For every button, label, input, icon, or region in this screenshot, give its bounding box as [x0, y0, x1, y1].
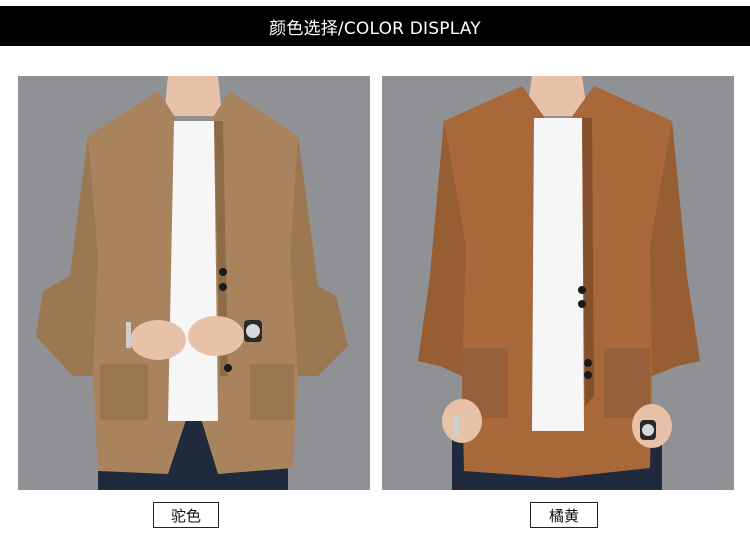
color-name: 橘黄 — [548, 506, 579, 525]
color-label-orange: 橘黄 — [530, 502, 598, 528]
model-illustration-orange — [382, 76, 734, 490]
color-name: 驼色 — [170, 506, 201, 525]
product-photo-camel — [18, 76, 370, 490]
section-title: 颜色选择/COLOR DISPLAY — [269, 18, 481, 39]
product-photo-orange — [382, 76, 734, 490]
section-header-banner: 颜色选择/COLOR DISPLAY — [0, 6, 750, 46]
model-illustration-camel — [18, 76, 370, 490]
color-label-camel: 驼色 — [153, 502, 219, 528]
